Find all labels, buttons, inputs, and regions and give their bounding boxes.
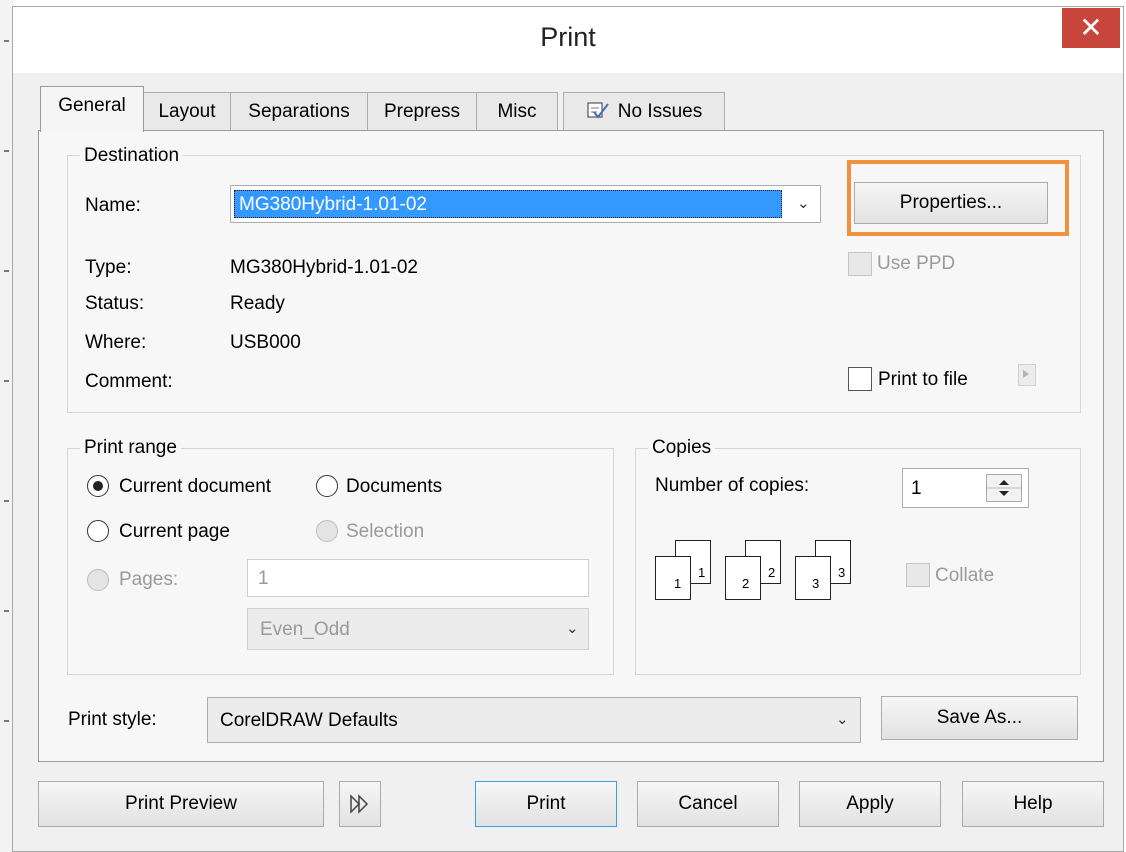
dialog-title: Print — [540, 22, 596, 52]
tab-label: Layout — [158, 101, 216, 122]
type-value: MG380Hybrid-1.01-02 — [230, 257, 418, 278]
current-page-radio[interactable] — [87, 520, 109, 542]
copy-sheet-front: 3 — [795, 556, 831, 600]
current-document-radio[interactable] — [87, 475, 109, 497]
pages-radio[interactable] — [87, 569, 109, 591]
tab-label: Separations — [248, 101, 350, 122]
preview-expand-button[interactable] — [339, 781, 381, 827]
copy-sheet-front: 2 — [725, 556, 761, 600]
use-ppd-label: Use PPD — [877, 253, 956, 274]
play-arrow-icon — [1023, 370, 1029, 378]
checklist-icon — [587, 102, 609, 119]
up-down-arrows-icon — [987, 480, 1021, 496]
tab-general[interactable]: General — [40, 86, 144, 132]
print-style-dropdown[interactable]: CorelDRAW Defaults ⌄ — [207, 697, 861, 743]
print-to-file-options-button[interactable] — [1018, 364, 1036, 386]
copy-sheet-front: 1 — [655, 556, 691, 600]
collate-label: Collate — [935, 565, 995, 586]
current-document-label: Current document — [119, 476, 272, 497]
number-of-copies-spinner[interactable]: 1 — [902, 468, 1029, 508]
use-ppd-checkbox[interactable] — [848, 252, 872, 276]
background-tick — [4, 610, 9, 612]
tab-label: Misc — [497, 101, 537, 122]
close-button[interactable]: ✕ — [1062, 8, 1120, 48]
tab-no-issues[interactable]: No Issues — [563, 92, 725, 130]
print-style-value: CorelDRAW Defaults — [220, 710, 398, 731]
where-value: USB000 — [230, 332, 301, 353]
even-odd-dropdown[interactable]: Even_Odd ⌄ — [247, 608, 589, 650]
apply-button[interactable]: Apply — [799, 781, 941, 827]
tab-layout[interactable]: Layout — [143, 92, 231, 130]
cancel-button[interactable]: Cancel — [637, 781, 779, 827]
selection-radio[interactable] — [316, 520, 338, 542]
status-label: Status: — [85, 293, 145, 314]
print-range-legend: Print range — [80, 437, 181, 459]
background-tick — [4, 150, 9, 152]
pages-label: Pages: — [119, 569, 179, 590]
print-to-file-label: Print to file — [878, 369, 968, 390]
number-of-copies-value: 1 — [911, 478, 922, 499]
even-odd-value: Even_Odd — [260, 619, 350, 640]
pages-input-value: 1 — [258, 568, 269, 589]
status-value: Ready — [230, 293, 285, 314]
background-tick — [4, 270, 9, 272]
chevron-down-icon: ⌄ — [797, 195, 810, 212]
close-icon: ✕ — [1079, 12, 1103, 43]
pages-input[interactable]: 1 — [247, 559, 589, 597]
help-button[interactable]: Help — [962, 781, 1104, 827]
highlight-box — [847, 160, 1069, 236]
print-preview-button[interactable]: Print Preview — [38, 781, 324, 827]
printer-name-dropdown[interactable]: MG380Hybrid-1.01-02 ⌄ — [230, 185, 821, 223]
destination-legend: Destination — [80, 145, 184, 167]
number-of-copies-label: Number of copies: — [655, 475, 810, 496]
type-label: Type: — [85, 257, 132, 278]
print-button[interactable]: Print — [475, 781, 617, 827]
tab-separations[interactable]: Separations — [230, 92, 368, 130]
print-style-label: Print style: — [68, 709, 157, 730]
printer-name-value: MG380Hybrid-1.01-02 — [234, 190, 782, 218]
background-tick — [4, 720, 9, 722]
tab-label: No Issues — [617, 101, 703, 122]
background-tick — [4, 500, 9, 502]
save-as-button[interactable]: Save As... — [881, 696, 1078, 740]
background-tick — [4, 380, 9, 382]
documents-radio[interactable] — [316, 475, 338, 497]
double-arrow-right-icon — [350, 794, 369, 814]
tab-label: General — [58, 95, 126, 116]
tab-misc[interactable]: Misc — [476, 92, 558, 130]
print-to-file-checkbox[interactable] — [848, 367, 872, 391]
comment-label: Comment: — [85, 371, 173, 392]
where-label: Where: — [85, 332, 147, 353]
tab-prepress[interactable]: Prepress — [367, 92, 477, 130]
documents-label: Documents — [346, 476, 443, 497]
background-tick — [4, 40, 9, 42]
chevron-down-icon: ⌄ — [566, 620, 579, 637]
tab-label: Prepress — [383, 101, 461, 122]
chevron-down-icon: ⌄ — [836, 711, 849, 728]
name-label: Name: — [85, 195, 141, 216]
collate-checkbox[interactable] — [906, 563, 930, 587]
selection-label: Selection — [346, 521, 425, 542]
spinner-buttons[interactable] — [986, 474, 1022, 502]
copies-legend: Copies — [648, 437, 716, 459]
current-page-label: Current page — [119, 521, 230, 542]
